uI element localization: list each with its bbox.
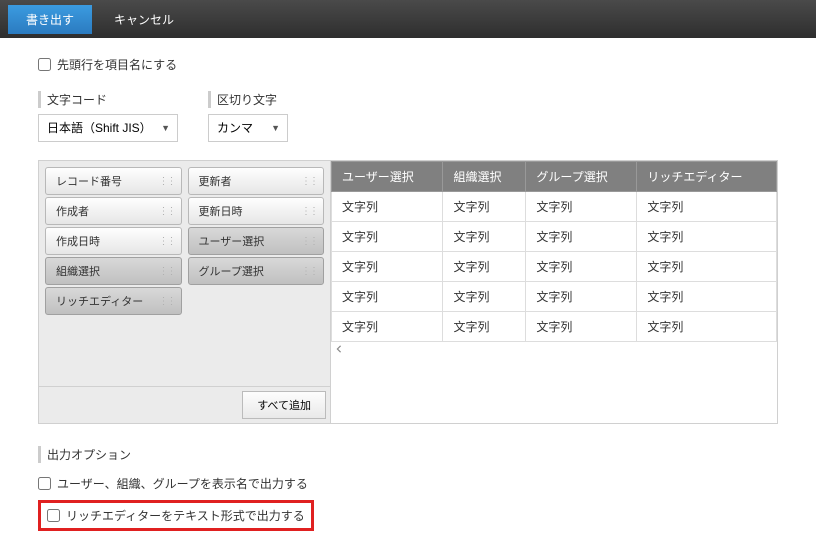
pool-column-1: レコード番号 ⋮⋮ 作成者 ⋮⋮ 作成日時 ⋮⋮ 組織選択 ⋮⋮ リッチエディター ⋮⋮ [45,167,182,380]
header-row-checkbox-label[interactable]: 先頭行を項目名にする [38,56,778,73]
table-header[interactable]: グループ選択 [526,162,637,192]
display-name-option[interactable]: ユーザー、組織、グループを表示名で出力する [38,475,778,492]
table-cell: 文字列 [443,192,526,222]
grip-icon: ⋮⋮ [301,206,317,217]
table-cell: 文字列 [443,222,526,252]
field-chip[interactable]: 更新日時 ⋮⋮ [188,197,325,225]
field-chip[interactable]: 作成者 ⋮⋮ [45,197,182,225]
table-row: 文字列文字列文字列文字列 [332,252,777,282]
field-chip-label: 作成日時 [56,233,100,249]
table-header[interactable]: ユーザー選択 [332,162,443,192]
table-cell: 文字列 [526,282,637,312]
grip-icon: ⋮⋮ [159,176,175,187]
display-name-text: ユーザー、組織、グループを表示名で出力する [57,475,308,492]
table-cell: 文字列 [637,312,777,342]
table-cell: 文字列 [332,282,443,312]
field-chip[interactable]: グループ選択 ⋮⋮ [188,257,325,285]
delimiter-select-wrap: カンマ ▼ [208,114,288,142]
field-picker: レコード番号 ⋮⋮ 作成者 ⋮⋮ 作成日時 ⋮⋮ 組織選択 ⋮⋮ リッチエディター ⋮⋮ 更新者 ⋮… [38,160,778,424]
highlighted-option: リッチエディターをテキスト形式で出力する [38,500,314,531]
table-cell: 文字列 [332,312,443,342]
table-cell: 文字列 [637,282,777,312]
encoding-field: 文字コード 日本語（Shift JIS） ▼ [38,91,178,142]
header-row-checkbox[interactable] [38,58,51,71]
delimiter-field: 区切り文字 カンマ ▼ [208,91,288,142]
cancel-button[interactable]: キャンセル [104,5,184,34]
table-cell: 文字列 [443,252,526,282]
available-fields-pool: レコード番号 ⋮⋮ 作成者 ⋮⋮ 作成日時 ⋮⋮ 組織選択 ⋮⋮ リッチエディター ⋮⋮ 更新者 ⋮… [38,160,331,424]
table-cell: 文字列 [637,252,777,282]
field-chip[interactable]: ユーザー選択 ⋮⋮ [188,227,325,255]
delimiter-label: 区切り文字 [208,91,288,108]
field-chip[interactable]: 組織選択 ⋮⋮ [45,257,182,285]
field-chip[interactable]: レコード番号 ⋮⋮ [45,167,182,195]
output-options-label: 出力オプション [38,446,778,463]
field-chip[interactable]: リッチエディター ⋮⋮ [45,287,182,315]
scroll-left-indicator[interactable] [331,342,777,355]
field-group: 文字コード 日本語（Shift JIS） ▼ 区切り文字 カンマ ▼ [38,91,778,142]
table-cell: 文字列 [526,192,637,222]
table-row: 文字列文字列文字列文字列 [332,192,777,222]
table-header[interactable]: 組織選択 [443,162,526,192]
field-chip[interactable]: 作成日時 ⋮⋮ [45,227,182,255]
table-cell: 文字列 [443,312,526,342]
table-header[interactable]: リッチエディター [637,162,777,192]
field-chip-label: グループ選択 [199,263,264,279]
pool-body: レコード番号 ⋮⋮ 作成者 ⋮⋮ 作成日時 ⋮⋮ 組織選択 ⋮⋮ リッチエディター ⋮⋮ 更新者 ⋮… [39,161,330,386]
field-chip-label: 組織選択 [56,263,100,279]
add-all-button[interactable]: すべて追加 [242,391,326,419]
toolbar: 書き出す キャンセル [0,0,816,38]
table-cell: 文字列 [526,252,637,282]
encoding-select-wrap: 日本語（Shift JIS） ▼ [38,114,178,142]
field-chip[interactable]: 更新者 ⋮⋮ [188,167,325,195]
field-chip-label: 作成者 [56,203,89,219]
selected-fields-table: ユーザー選択組織選択グループ選択リッチエディター 文字列文字列文字列文字列文字列… [331,161,777,342]
grip-icon: ⋮⋮ [159,296,175,307]
richtext-plain-option[interactable]: リッチエディターをテキスト形式で出力する [47,507,305,524]
table-cell: 文字列 [526,222,637,252]
field-chip-label: リッチエディター [56,293,143,309]
export-button[interactable]: 書き出す [8,5,92,34]
field-chip-label: レコード番号 [56,173,122,189]
table-row: 文字列文字列文字列文字列 [332,312,777,342]
richtext-plain-checkbox[interactable] [47,509,60,522]
selected-fields-table-wrap: ユーザー選択組織選択グループ選択リッチエディター 文字列文字列文字列文字列文字列… [331,160,778,424]
delimiter-select[interactable]: カンマ [208,114,288,142]
richtext-plain-text: リッチエディターをテキスト形式で出力する [66,507,305,524]
table-row: 文字列文字列文字列文字列 [332,222,777,252]
field-chip-label: 更新者 [199,173,232,189]
table-cell: 文字列 [637,192,777,222]
content: 先頭行を項目名にする 文字コード 日本語（Shift JIS） ▼ 区切り文字 … [0,38,816,549]
grip-icon: ⋮⋮ [159,236,175,247]
pool-column-2: 更新者 ⋮⋮ 更新日時 ⋮⋮ ユーザー選択 ⋮⋮ グループ選択 ⋮⋮ [188,167,325,380]
table-cell: 文字列 [637,222,777,252]
field-chip-label: ユーザー選択 [199,233,265,249]
header-row-text: 先頭行を項目名にする [57,56,177,73]
table-cell: 文字列 [332,222,443,252]
encoding-select[interactable]: 日本語（Shift JIS） [38,114,178,142]
table-row: 文字列文字列文字列文字列 [332,282,777,312]
grip-icon: ⋮⋮ [159,266,175,277]
table-cell: 文字列 [332,192,443,222]
table-cell: 文字列 [332,252,443,282]
encoding-label: 文字コード [38,91,178,108]
pool-footer: すべて追加 [39,386,330,423]
field-chip-label: 更新日時 [199,203,243,219]
table-cell: 文字列 [443,282,526,312]
display-name-checkbox[interactable] [38,477,51,490]
grip-icon: ⋮⋮ [301,176,317,187]
table-cell: 文字列 [526,312,637,342]
grip-icon: ⋮⋮ [301,236,317,247]
grip-icon: ⋮⋮ [301,266,317,277]
grip-icon: ⋮⋮ [159,206,175,217]
